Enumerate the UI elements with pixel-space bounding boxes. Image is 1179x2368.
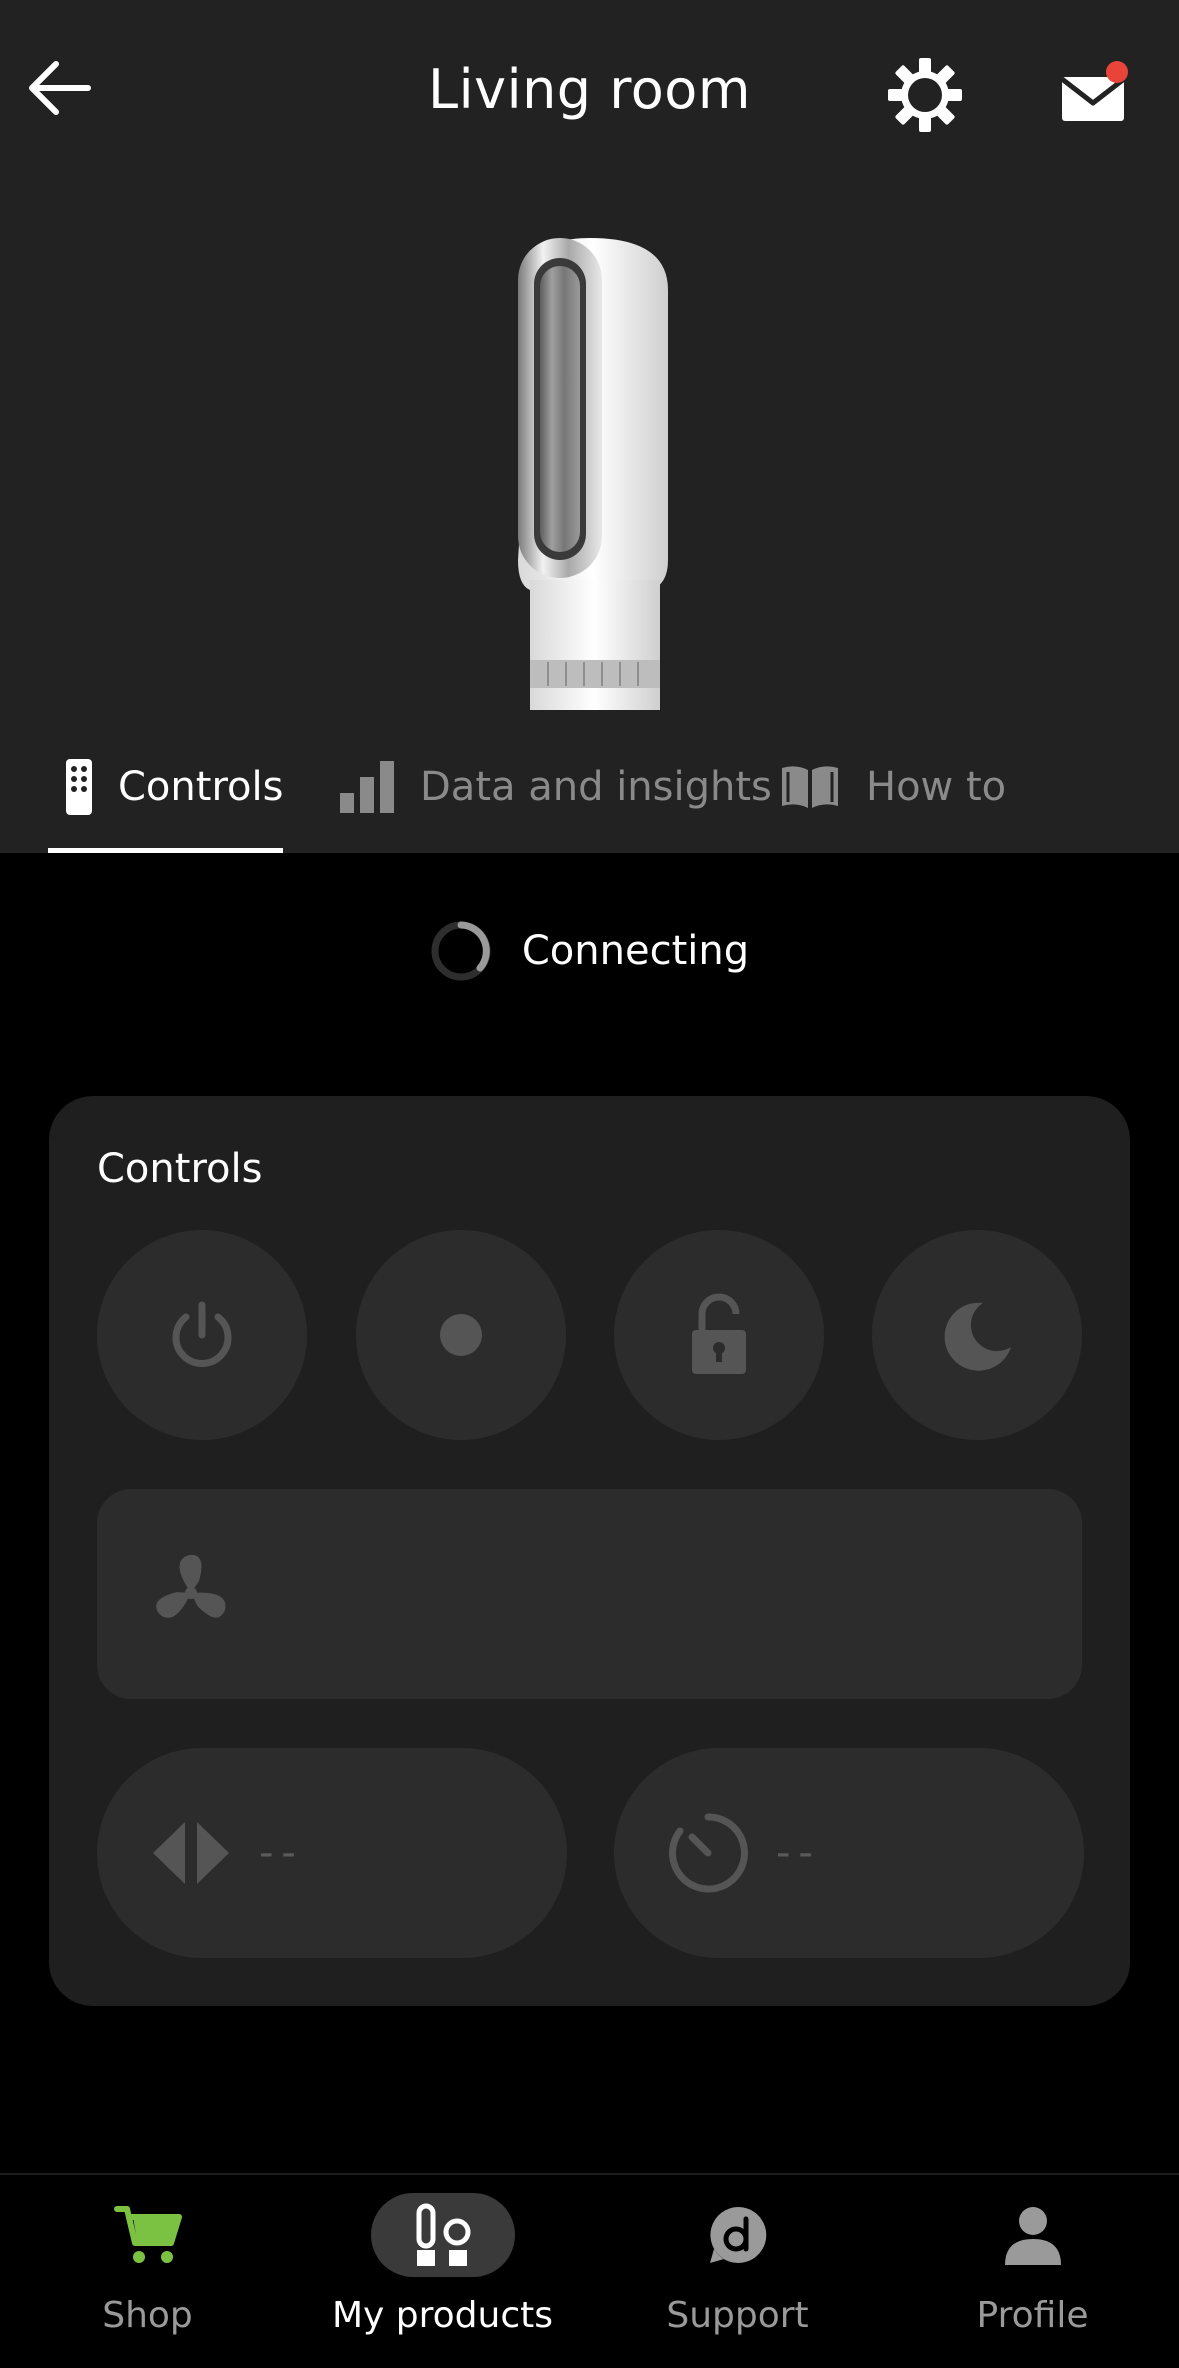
controls-card: Controls -- -- [49,1096,1130,2006]
connection-status: Connecting [0,920,1179,982]
products-icon [416,2203,470,2266]
mode-dot-icon [440,1314,482,1356]
nav-shop[interactable]: Shop [0,2175,295,2368]
fan-speed-control[interactable] [97,1489,1082,1699]
night-mode-button[interactable] [872,1230,1082,1440]
power-button[interactable] [97,1230,307,1440]
oscillation-icon [149,1818,233,1888]
unlock-icon [692,1293,746,1374]
nav-label: Shop [102,2295,193,2336]
tab-label: How to [866,763,1007,810]
oscillation-control[interactable]: -- [97,1748,567,1958]
tab-bar: Controls Data and insights How to [0,720,1179,853]
timer-icon [666,1811,750,1895]
tab-data-and-insights[interactable]: Data and insights [338,720,772,853]
oscillation-value: -- [259,1830,304,1876]
notification-badge [1106,61,1128,83]
person-icon [1004,2206,1061,2265]
status-text: Connecting [521,928,750,974]
nav-label: My products [331,2295,554,2336]
active-tab-indicator [48,848,283,853]
tab-controls[interactable]: Controls [64,720,283,853]
spinner-icon [431,921,491,981]
product-image [500,230,680,710]
controls-title: Controls [97,1146,263,1192]
support-icon [709,2206,766,2263]
bar-chart-icon [338,759,396,815]
nav-profile[interactable]: Profile [885,2175,1179,2368]
gear-icon [888,58,962,132]
cart-icon [113,2205,182,2263]
product-header: Living room Controls Data and insights H… [0,0,1179,853]
book-icon [778,762,842,812]
page-title: Living room [428,58,751,121]
nav-my-products[interactable]: My products [295,2175,590,2368]
settings-button[interactable] [880,50,970,140]
mode-button[interactable] [356,1230,566,1440]
nav-support[interactable]: Support [590,2175,885,2368]
fan-icon [149,1551,233,1639]
remote-icon [64,757,94,817]
timer-control[interactable]: -- [614,1748,1084,1958]
nav-label: Profile [976,2295,1089,2336]
moon-icon [944,1302,1011,1371]
tab-label: Data and insights [420,763,772,810]
tab-label: Controls [118,763,284,810]
lock-button[interactable] [614,1230,824,1440]
tab-how-to[interactable]: How to [778,720,1006,853]
power-icon [172,1301,232,1367]
timer-value: -- [776,1830,821,1876]
bottom-navigation: Shop My products Support Profile [0,2173,1179,2368]
nav-label: Support [666,2295,809,2336]
active-nav-highlight [370,2192,515,2277]
messages-button[interactable] [1050,55,1140,135]
